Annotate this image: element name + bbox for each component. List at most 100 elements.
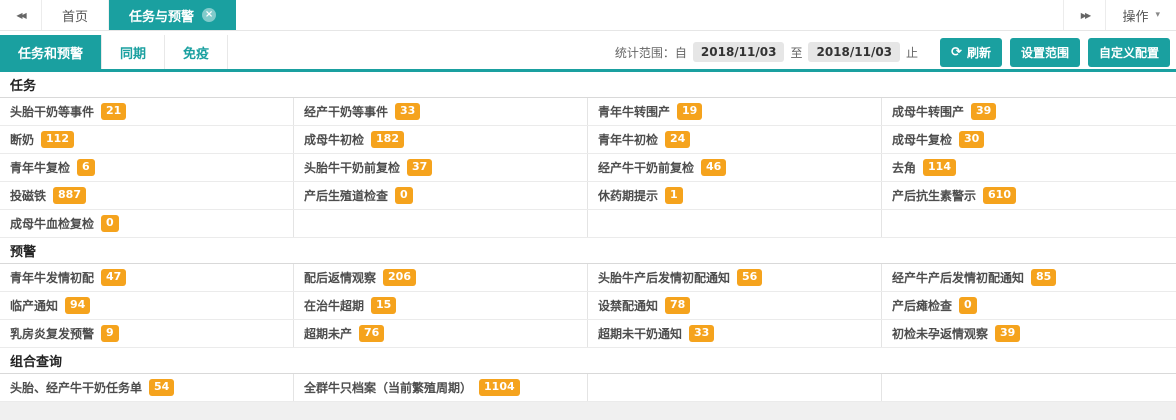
count-badge[interactable]: 114	[923, 159, 956, 175]
task-cell[interactable]: 投磁铁887	[0, 182, 294, 209]
custom-config-button[interactable]: 自定义配置	[1088, 38, 1170, 67]
grid-row: 断奶112 成母牛初检 182 青年牛初检24成母牛复检30	[0, 126, 1176, 154]
task-label: 产后瘫检查	[892, 297, 952, 314]
refresh-button-label: 刷新	[967, 44, 991, 61]
task-cell[interactable]: 超期未干奶通知 33	[588, 320, 882, 347]
task-cell[interactable]: 初检未孕返情观察39	[882, 320, 1176, 347]
count-badge[interactable]: 76	[359, 325, 384, 341]
count-badge[interactable]: 30	[959, 131, 984, 147]
task-cell[interactable]: 成母牛初检 182	[294, 126, 588, 153]
count-badge[interactable]: 112	[41, 131, 74, 147]
top-tab-bar: ◀◀ 首页 任务与预警 × ▶▶ 操作 ▾	[0, 0, 1176, 31]
count-badge[interactable]: 46	[701, 159, 726, 175]
count-badge[interactable]: 24	[665, 131, 690, 147]
tab-tasks-and-alerts[interactable]: 任务和预警	[0, 35, 102, 69]
task-cell[interactable]: 去角114	[882, 154, 1176, 181]
set-range-button[interactable]: 设置范围	[1010, 38, 1080, 67]
task-label: 临产通知	[10, 297, 58, 314]
count-badge[interactable]: 85	[1031, 269, 1056, 285]
tab-immunity[interactable]: 免疫	[165, 35, 228, 69]
refresh-button[interactable]: ⟳ 刷新	[940, 38, 1002, 67]
count-badge[interactable]: 78	[665, 297, 690, 313]
tab-same-period[interactable]: 同期	[102, 35, 165, 69]
date-to-input[interactable]: 2018/11/03	[808, 42, 900, 62]
count-badge[interactable]: 610	[983, 187, 1016, 203]
count-badge[interactable]: 39	[995, 325, 1020, 341]
count-badge[interactable]: 33	[689, 325, 714, 341]
scroll-tabs-left-button[interactable]: ◀◀	[0, 0, 42, 30]
task-cell[interactable]: 成母牛血检复检0	[0, 210, 294, 237]
task-cell[interactable]: 设禁配通知78	[588, 292, 882, 319]
count-badge[interactable]: 94	[65, 297, 90, 313]
count-badge[interactable]: 56	[737, 269, 762, 285]
task-cell[interactable]: 头胎、经产牛干奶任务单54	[0, 374, 294, 401]
count-badge[interactable]: 9	[101, 325, 119, 341]
task-cell[interactable]: 产后瘫检查 0	[882, 292, 1176, 319]
task-cell[interactable]: 经产干奶等事件 33	[294, 98, 588, 125]
count-badge[interactable]: 15	[371, 297, 396, 313]
scroll-tabs-right-button[interactable]: ▶▶	[1063, 0, 1105, 30]
count-badge[interactable]: 19	[677, 103, 702, 119]
task-cell[interactable]: 青年牛转围产19	[588, 98, 882, 125]
task-label: 休药期提示	[598, 187, 658, 204]
task-label: 超期未产	[304, 325, 352, 342]
operations-dropdown[interactable]: 操作 ▾	[1105, 0, 1176, 30]
task-cell[interactable]: 在治牛超期 15	[294, 292, 588, 319]
count-badge[interactable]: 0	[101, 215, 119, 231]
empty-cell	[882, 374, 1176, 401]
count-badge[interactable]: 21	[101, 103, 126, 119]
task-cell[interactable]: 成母牛转围产39	[882, 98, 1176, 125]
close-tab-icon[interactable]: ×	[202, 8, 216, 22]
count-badge[interactable]: 0	[959, 297, 977, 313]
tab-home[interactable]: 首页	[42, 0, 109, 30]
count-badge[interactable]: 39	[971, 103, 996, 119]
task-cell[interactable]: 休药期提示 1	[588, 182, 882, 209]
task-cell[interactable]: 超期未产 76	[294, 320, 588, 347]
footer-strip	[0, 402, 1176, 420]
count-badge[interactable]: 33	[395, 103, 420, 119]
task-cell[interactable]: 配后返情观察206	[294, 264, 588, 291]
count-badge[interactable]: 182	[371, 131, 404, 147]
task-label: 经产干奶等事件	[304, 103, 388, 120]
count-badge[interactable]: 1	[665, 187, 683, 203]
task-label: 产后抗生素警示	[892, 187, 976, 204]
task-cell[interactable]: 头胎干奶等事件21	[0, 98, 294, 125]
task-cell[interactable]: 青年牛复检6	[0, 154, 294, 181]
task-cell[interactable]: 经产牛干奶前复检46	[588, 154, 882, 181]
task-cell[interactable]: 经产牛产后发情初配通知85	[882, 264, 1176, 291]
count-badge[interactable]: 6	[77, 159, 95, 175]
tab-home-label: 首页	[62, 6, 88, 25]
count-badge[interactable]: 887	[53, 187, 86, 203]
task-cell[interactable]: 头胎牛产后发情初配通知56	[588, 264, 882, 291]
task-cell[interactable]: 临产通知 94	[0, 292, 294, 319]
count-badge[interactable]: 206	[383, 269, 416, 285]
count-badge[interactable]: 0	[395, 187, 413, 203]
task-cell[interactable]: 产后生殖道检查 0	[294, 182, 588, 209]
task-cell[interactable]: 全群牛只档案（当前繁殖周期）1104	[294, 374, 588, 401]
refresh-icon: ⟳	[951, 46, 962, 59]
sections: 任务头胎干奶等事件21经产干奶等事件33青年牛转围产19成母牛转围产39断奶11…	[0, 72, 1176, 402]
task-label: 产后生殖道检查	[304, 187, 388, 204]
range-prefix-label: 统计范围：自	[615, 44, 687, 61]
task-label: 成母牛初检	[304, 131, 364, 148]
task-cell[interactable]: 产后抗生素警示 610	[882, 182, 1176, 209]
task-cell[interactable]: 断奶112	[0, 126, 294, 153]
task-label: 在治牛超期	[304, 297, 364, 314]
count-badge[interactable]: 47	[101, 269, 126, 285]
task-label: 乳房炎复发预警	[10, 325, 94, 342]
sub-tab-bar: 任务和预警 同期 免疫 统计范围：自 2018/11/03 至 2018/11/…	[0, 35, 1176, 69]
tab-tasks-alerts[interactable]: 任务与预警 ×	[109, 0, 236, 30]
count-badge[interactable]: 54	[149, 379, 174, 395]
task-cell[interactable]: 头胎牛干奶前复检37	[294, 154, 588, 181]
date-from-input[interactable]: 2018/11/03	[693, 42, 785, 62]
task-cell[interactable]: 成母牛复检30	[882, 126, 1176, 153]
task-cell[interactable]: 乳房炎复发预警 9	[0, 320, 294, 347]
count-badge[interactable]: 37	[407, 159, 432, 175]
task-cell[interactable]: 青年牛发情初配47	[0, 264, 294, 291]
task-cell[interactable]: 青年牛初检24	[588, 126, 882, 153]
grid-row: 成母牛血检复检0	[0, 210, 1176, 238]
grid-row: 投磁铁887 产后生殖道检查 0 休药期提示 1 产后抗生素警示 610	[0, 182, 1176, 210]
operations-label: 操作	[1122, 6, 1148, 25]
task-label: 超期未干奶通知	[598, 325, 682, 342]
count-badge[interactable]: 1104	[479, 379, 520, 395]
